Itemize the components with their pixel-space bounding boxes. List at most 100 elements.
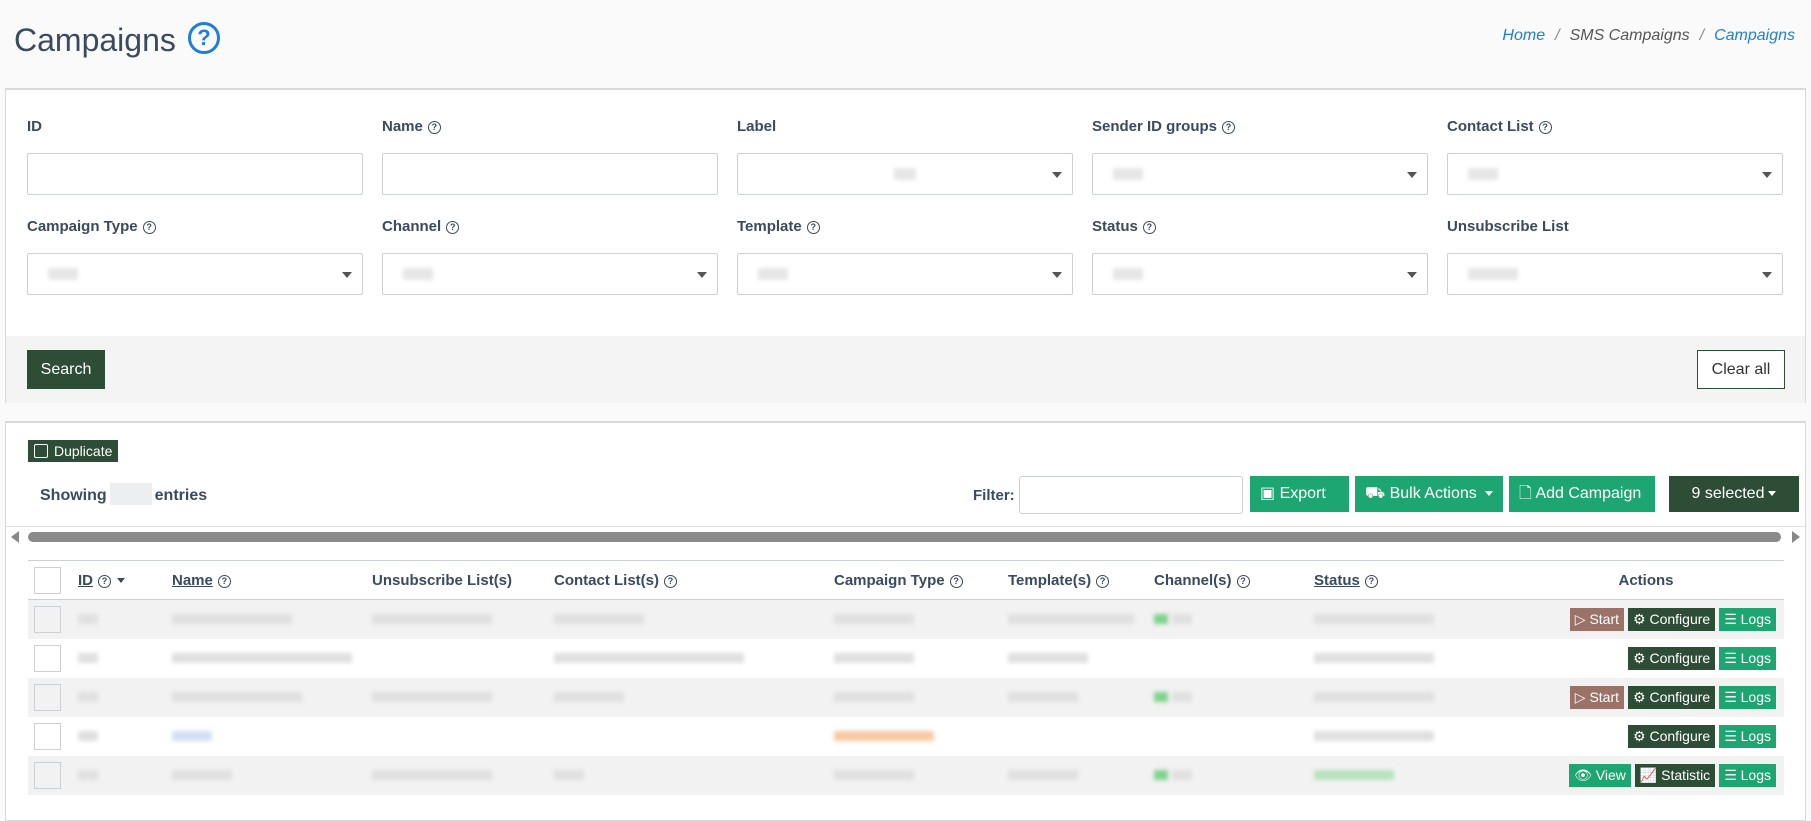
scroll-left-icon[interactable]: [11, 531, 19, 543]
status-select[interactable]: [1092, 253, 1428, 295]
breadcrumb-sms-campaigns[interactable]: SMS Campaigns: [1570, 27, 1690, 44]
file-excel-icon: ▣: [1260, 485, 1276, 502]
start-button[interactable]: ▷ Start: [1569, 607, 1625, 631]
help-icon[interactable]: ?: [188, 22, 220, 54]
table-row: ⚙ Configure ☰ Logs: [28, 716, 1784, 756]
row-actions: ▷ Start ⚙ Configure ☰ Logs: [1508, 677, 1784, 717]
filter-label-sender-id-groups: Sender ID groups?: [1092, 118, 1236, 135]
question-icon[interactable]: ?: [1222, 121, 1236, 134]
search-button[interactable]: Search: [27, 350, 105, 389]
row-actions: ⚙ Configure ☰ Logs: [1508, 638, 1784, 678]
column-unsubscribe-lists: Unsubscribe List(s): [366, 560, 548, 600]
question-icon[interactable]: ?: [949, 574, 963, 588]
configure-button[interactable]: ⚙ Configure: [1628, 607, 1716, 631]
row-checkbox[interactable]: [34, 644, 61, 672]
column-actions: Actions: [1508, 560, 1784, 600]
filter-label-channel: Channel?: [382, 218, 460, 235]
file-icon: 🗋: [1519, 485, 1532, 502]
select-all-checkbox[interactable]: [34, 566, 61, 594]
statistic-button[interactable]: 📈 Statistic: [1634, 763, 1716, 787]
caret-down-icon: [1768, 491, 1777, 496]
question-icon[interactable]: ?: [1142, 221, 1156, 234]
logs-button[interactable]: ☰ Logs: [1719, 763, 1776, 787]
logs-button[interactable]: ☰ Logs: [1719, 685, 1776, 709]
sender-id-groups-select[interactable]: [1092, 153, 1428, 195]
add-campaign-button[interactable]: 🗋 Add Campaign: [1509, 476, 1655, 512]
start-button[interactable]: ▷ Start: [1569, 685, 1625, 709]
question-icon[interactable]: ?: [1236, 574, 1250, 588]
logs-button[interactable]: ☰ Logs: [1719, 646, 1776, 670]
filter-panel: ID Name? Label Sender ID groups? Contact…: [5, 88, 1806, 403]
name-input[interactable]: [382, 153, 718, 195]
question-icon[interactable]: ?: [217, 574, 231, 588]
row-actions: 👁 View 📈 Statistic ☰ Logs: [1508, 755, 1784, 795]
selected-count-button[interactable]: 9 selected: [1669, 476, 1799, 512]
clear-all-button[interactable]: Clear all: [1697, 350, 1785, 389]
question-icon[interactable]: ?: [1096, 574, 1110, 588]
filter-label: Filter:: [973, 487, 1015, 504]
campaign-type-select[interactable]: [27, 253, 363, 295]
row-checkbox[interactable]: [34, 683, 61, 711]
horizontal-scrollbar[interactable]: [6, 526, 1805, 544]
filter-label-label: Label: [737, 118, 777, 135]
contact-list-select[interactable]: [1447, 153, 1783, 195]
view-button[interactable]: 👁 View: [1569, 763, 1631, 787]
table-row: ⚙ Configure ☰ Logs: [28, 638, 1784, 678]
breadcrumb-home[interactable]: Home: [1502, 27, 1545, 44]
table-header-row: ID? Name? Unsubscribe List(s) Contact Li…: [28, 560, 1784, 600]
breadcrumb: Home / SMS Campaigns / Campaigns: [1502, 27, 1795, 45]
page-header: Campaigns ? Home / SMS Campaigns / Campaigns: [0, 0, 1811, 88]
row-checkbox[interactable]: [34, 722, 61, 750]
sort-desc-icon: [117, 577, 125, 583]
logs-button[interactable]: ☰ Logs: [1719, 607, 1776, 631]
scrollbar-thumb[interactable]: [28, 532, 1781, 542]
question-icon[interactable]: ?: [806, 221, 820, 234]
logs-button[interactable]: ☰ Logs: [1719, 724, 1776, 748]
breadcrumb-current[interactable]: Campaigns: [1714, 27, 1795, 44]
campaigns-table-panel: Duplicate Showing entries Filter: ▣ Expor…: [5, 421, 1806, 821]
question-icon[interactable]: ?: [98, 574, 111, 588]
breadcrumb-separator: /: [1699, 27, 1705, 44]
column-contact-lists: Contact List(s)?: [548, 560, 828, 600]
entries-info: Showing entries: [40, 483, 207, 505]
question-icon[interactable]: ?: [427, 121, 441, 134]
row-actions: ▷ Start ⚙ Configure ☰ Logs: [1508, 599, 1784, 639]
bulk-actions-button[interactable]: ⛟ Bulk Actions: [1355, 476, 1503, 512]
question-icon[interactable]: ?: [1364, 574, 1378, 588]
export-button[interactable]: ▣ Export: [1250, 476, 1349, 532]
column-status[interactable]: Status?: [1308, 560, 1508, 600]
unsubscribe-list-select[interactable]: [1447, 253, 1783, 295]
id-input[interactable]: [27, 153, 363, 195]
question-icon[interactable]: ?: [142, 221, 156, 234]
configure-button[interactable]: ⚙ Configure: [1628, 646, 1716, 670]
row-checkbox[interactable]: [34, 761, 61, 789]
question-icon[interactable]: ?: [664, 574, 677, 588]
filter-label-template: Template?: [737, 218, 820, 235]
edit-icon: [34, 444, 48, 458]
table-row: ▷ Start ⚙ Configure ☰ Logs: [28, 677, 1784, 717]
question-icon[interactable]: ?: [446, 221, 460, 234]
column-campaign-type: Campaign Type?: [828, 560, 1002, 600]
filter-input[interactable]: [1019, 476, 1243, 514]
template-select[interactable]: [737, 253, 1073, 295]
filter-label-name: Name?: [382, 118, 441, 135]
row-actions: ⚙ Configure ☰ Logs: [1508, 716, 1784, 756]
filter-label-contact-list: Contact List?: [1447, 118, 1552, 135]
breadcrumb-separator: /: [1555, 27, 1560, 44]
caret-down-icon: [1484, 491, 1493, 496]
campaigns-table: ID? Name? Unsubscribe List(s) Contact Li…: [28, 560, 1784, 795]
configure-button[interactable]: ⚙ Configure: [1628, 685, 1716, 709]
column-templates: Template(s)?: [1002, 560, 1148, 600]
channel-select[interactable]: [382, 253, 718, 295]
page-title: Campaigns: [14, 22, 176, 58]
row-checkbox[interactable]: [34, 605, 61, 633]
truck-icon: ⛟: [1365, 485, 1386, 502]
duplicate-button[interactable]: Duplicate: [28, 440, 119, 462]
column-channels: Channel(s)?: [1148, 560, 1308, 600]
question-icon[interactable]: ?: [1538, 121, 1552, 134]
column-id[interactable]: ID?: [72, 560, 166, 600]
column-name[interactable]: Name?: [166, 560, 366, 600]
configure-button[interactable]: ⚙ Configure: [1628, 724, 1716, 748]
label-select[interactable]: [737, 153, 1073, 195]
scroll-right-icon[interactable]: [1792, 531, 1800, 543]
